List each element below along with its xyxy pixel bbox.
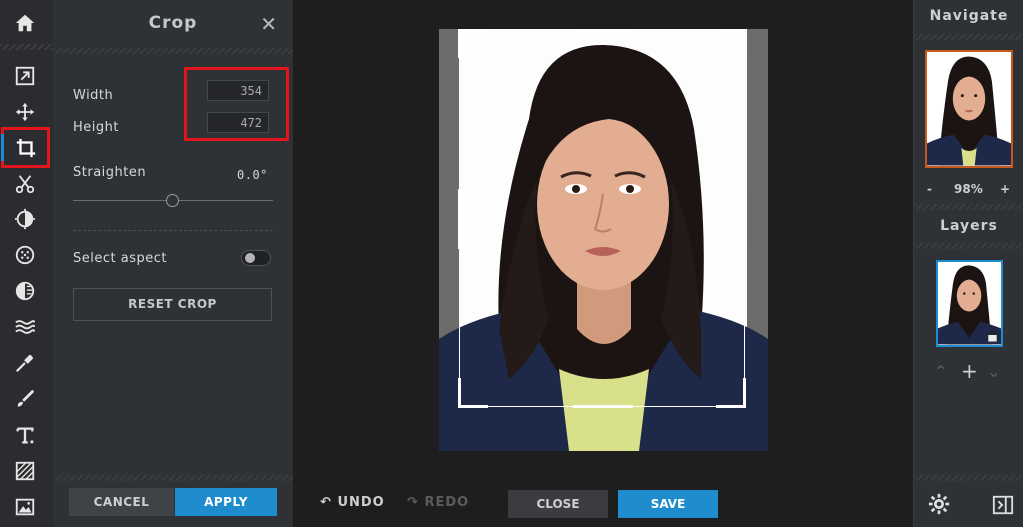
crop-icon[interactable] [1,127,50,168]
zoom-in-button[interactable]: + [1000,182,1010,196]
lock-icon [987,330,998,342]
crop-handle-left[interactable] [458,189,461,249]
crop-handle-top-left-v[interactable] [458,29,461,58]
layer-down-icon[interactable]: ⌄ [987,362,1000,381]
crop-handle-top[interactable] [573,29,633,31]
crop-handle-right[interactable] [743,189,746,249]
collapse-panel-icon[interactable] [992,494,1014,520]
wave-icon[interactable] [0,310,50,344]
add-layer-button[interactable]: + [961,359,978,383]
settings-gear-icon[interactable] [928,493,950,519]
height-label: Height [73,120,119,135]
close-icon[interactable]: ✕ [260,12,277,36]
undo-button[interactable]: ↶ UNDO [320,495,385,510]
crop-handle-top-left[interactable] [458,29,488,31]
redo-label: REDO [424,495,470,510]
straighten-label: Straighten [73,165,147,180]
texture-icon[interactable] [0,454,50,488]
right-panel: Navigate - 98% + Layers ⌃ + ⌄ [913,0,1023,527]
cut-icon[interactable] [0,167,50,201]
zoom-level: 98% [954,182,983,196]
layer-up-icon[interactable]: ⌃ [934,362,947,381]
apply-button[interactable]: APPLY [175,488,277,516]
straighten-value: 0.0° [237,168,268,182]
zoom-out-button[interactable]: - [927,182,932,196]
panel-title: Crop [148,13,198,33]
cancel-button[interactable]: CANCEL [69,488,174,516]
reset-crop-button[interactable]: RESET CROP [73,288,272,321]
crop-handle-bottom-right-v[interactable] [743,378,746,408]
width-label: Width [73,88,114,103]
brush-icon[interactable] [0,382,50,416]
select-aspect-toggle[interactable] [241,250,271,266]
filter-icon[interactable] [0,238,50,272]
right-footer-divider [914,475,1023,481]
photo[interactable] [439,29,768,451]
crop-panel: Crop ✕ Width 354 Height 472 Straighten 0… [53,0,293,527]
navigator-image [927,56,1011,166]
straighten-slider-handle[interactable] [166,194,179,207]
navigator-thumbnail[interactable] [925,50,1013,168]
dropper-icon[interactable] [0,346,50,380]
toolbar-divider [0,44,53,50]
redo-button[interactable]: ↷ REDO [407,495,469,510]
dimension-highlight [184,67,289,141]
crop-handle-bottom-left-v[interactable] [458,378,461,408]
layers-divider [914,243,1023,249]
panel-footer-divider [53,475,293,481]
panel-divider [53,48,293,54]
layers-title: Layers [940,218,998,234]
vignette-icon[interactable] [0,274,50,308]
image-icon[interactable] [0,490,50,524]
select-aspect-label: Select aspect [73,251,167,266]
adjust-icon[interactable] [0,202,50,236]
text-icon[interactable] [0,418,50,452]
redo-icon: ↷ [407,495,419,510]
home-icon[interactable] [0,6,50,40]
crop-frame[interactable] [458,29,746,408]
crop-handle-bottom[interactable] [573,405,633,408]
section-divider [73,230,273,231]
undo-label: UNDO [337,495,385,510]
crop-handle-bottom-right[interactable] [716,405,746,408]
export-icon[interactable] [0,59,50,93]
save-button[interactable]: SAVE [618,490,718,518]
crop-handle-top-right[interactable] [716,29,746,31]
editor-canvas: ↶ UNDO ↷ REDO CLOSE SAVE [294,0,913,527]
panel-header: Crop ✕ [53,0,293,48]
tool-sidebar [0,0,54,527]
layer-item[interactable] [936,260,1003,347]
navigate-divider [914,34,1023,40]
undo-icon: ↶ [320,495,332,510]
navigate-title: Navigate [929,8,1009,24]
crop-handle-top-right-v[interactable] [743,29,746,58]
crop-handle-bottom-left[interactable] [458,405,488,408]
close-button[interactable]: CLOSE [508,490,608,518]
zoom-divider [914,204,1023,210]
move-icon[interactable] [0,95,50,129]
